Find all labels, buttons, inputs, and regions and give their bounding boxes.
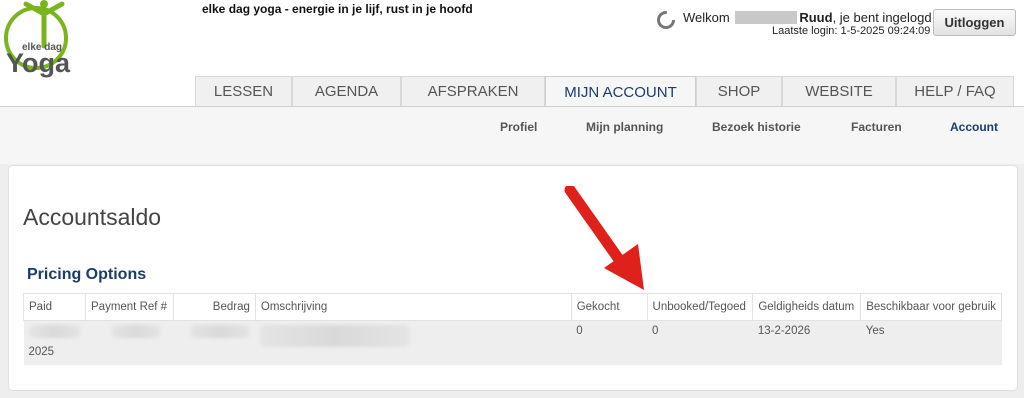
cell-paid: 2025: [23, 320, 86, 365]
subnav-account[interactable]: Account: [950, 120, 998, 134]
cell-unbooked: 0: [647, 320, 753, 365]
tab-website[interactable]: WEBSITE: [782, 76, 896, 106]
tab-lessen[interactable]: LESSEN: [195, 76, 292, 106]
login-status: , je bent ingelogd: [832, 10, 932, 25]
tab-help-faq[interactable]: HELP / FAQ: [896, 76, 1014, 106]
paid-year: 2025: [28, 346, 55, 358]
column-header-unbooked: Unbooked/Tegoed: [646, 293, 754, 321]
tab-mijn-account[interactable]: MIJN ACCOUNT: [545, 76, 696, 107]
table-row: 2025 0 0 13-2-2026 Yes: [23, 320, 1002, 365]
redacted-amount: [190, 325, 251, 338]
red-arrow-annotation: [564, 186, 644, 290]
column-header-gekocht: Gekocht: [570, 293, 648, 321]
site-tagline: elke dag yoga - energie in je lijf, rust…: [202, 2, 473, 16]
cell-omschrijving: [255, 320, 572, 365]
subnav-mijn-planning[interactable]: Mijn planning: [586, 120, 663, 134]
column-header-beschikbaar: Beschikbaar voor gebruik: [860, 293, 1002, 321]
pricing-options-table: Paid Payment Ref # Bedrag Omschrijving G…: [23, 293, 1002, 365]
yoga-person-icon: [23, 0, 65, 49]
cell-beschikbaar: Yes: [860, 320, 1002, 365]
logout-button[interactable]: Uitloggen: [933, 9, 1016, 36]
main-tabs: LESSEN AGENDA AFSPRAKEN MIJN ACCOUNT SHO…: [195, 76, 1014, 107]
table-header-row: Paid Payment Ref # Bedrag Omschrijving G…: [23, 293, 1002, 321]
user-name: Ruud: [799, 10, 833, 25]
cell-bedrag: [173, 320, 256, 365]
page-title: Accountsaldo: [23, 204, 162, 230]
subnav-facturen[interactable]: Facturen: [851, 120, 902, 134]
last-login: Laatste login: 1-5-2025 09:24:09: [772, 25, 931, 37]
tab-afspraken[interactable]: AFSPRAKEN: [401, 76, 545, 106]
tab-shop[interactable]: SHOP: [696, 76, 782, 106]
column-header-omschrijving: Omschrijving: [254, 293, 572, 321]
sub-navigation: Profiel Mijn planning Bezoek historie Fa…: [0, 106, 1024, 164]
redacted-date: [28, 325, 81, 338]
section-title: Pricing Options: [27, 266, 147, 283]
column-header-payment-ref: Payment Ref #: [85, 293, 174, 321]
svg-text:Yoga: Yoga: [6, 48, 71, 78]
cell-geldigheids-datum: 13-2-2026: [752, 320, 861, 365]
column-header-geldigheids-datum: Geldigheids datum: [752, 293, 862, 321]
column-header-bedrag: Bedrag: [172, 293, 256, 321]
redacted-name: [735, 11, 798, 24]
tab-agenda[interactable]: AGENDA: [292, 76, 401, 106]
welcome-text: Welkom: [683, 10, 730, 25]
subnav-bezoek-historie[interactable]: Bezoek historie: [712, 120, 801, 134]
redacted-description: [260, 325, 411, 347]
column-header-paid: Paid: [23, 293, 86, 321]
redacted-payment-ref: [110, 325, 161, 338]
site-logo[interactable]: elke dag Yoga: [4, 0, 84, 78]
site-header: elke dag Yoga elke dag yoga - energie in…: [0, 0, 1024, 107]
loading-spinner-icon: [657, 11, 675, 29]
account-panel: Accountsaldo Pricing Options Paid Paymen…: [8, 165, 1018, 391]
cell-payment-ref: [85, 320, 174, 365]
cell-gekocht: 0: [571, 320, 648, 365]
subnav-profiel[interactable]: Profiel: [500, 120, 537, 134]
